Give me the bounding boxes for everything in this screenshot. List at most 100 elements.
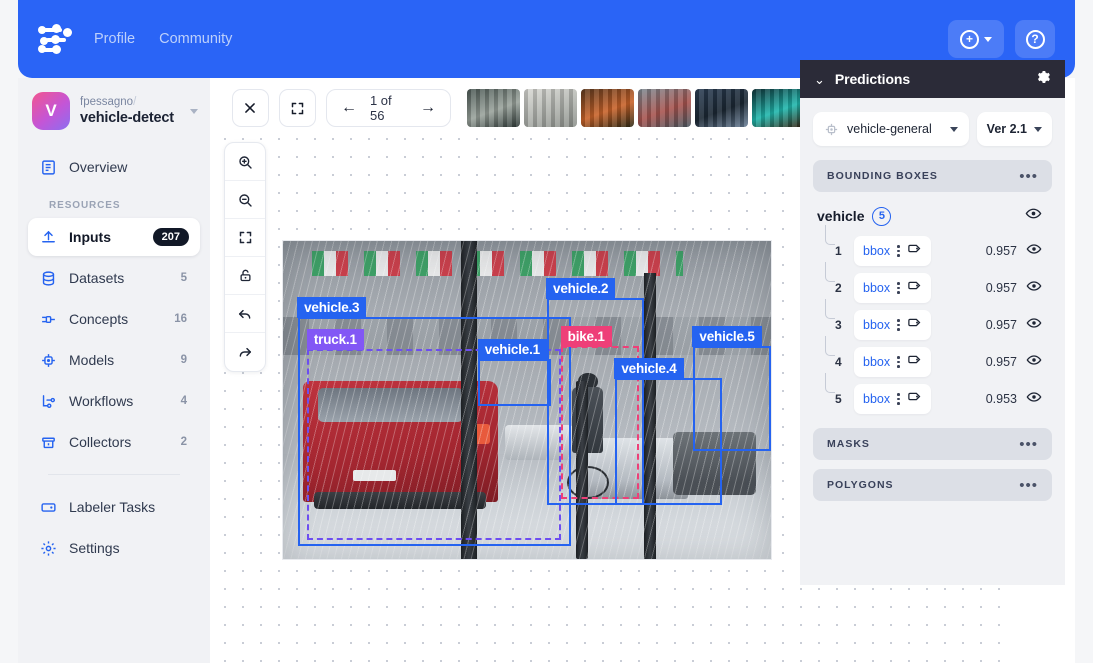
redo-icon[interactable]: [225, 333, 265, 371]
eye-icon[interactable]: [1026, 315, 1042, 336]
help-button[interactable]: ?: [1015, 20, 1055, 58]
thumb-3[interactable]: [580, 89, 634, 127]
sidebar-item-models[interactable]: Models 9: [28, 341, 200, 379]
sidebar-label: Concepts: [69, 311, 129, 327]
eye-icon[interactable]: [1026, 352, 1042, 373]
section-masks[interactable]: MASKS •••: [813, 428, 1052, 460]
more-icon[interactable]: •••: [1019, 478, 1038, 493]
kebab-menu-icon[interactable]: [897, 319, 900, 331]
chevron-down-icon[interactable]: [190, 108, 198, 114]
bbox-chip[interactable]: bbox: [854, 236, 931, 266]
pager[interactable]: ← 1 of 56 →: [325, 89, 451, 127]
gear-icon[interactable]: [1035, 69, 1051, 90]
tag-icon[interactable]: [907, 315, 922, 335]
sidebar-label: Models: [69, 352, 115, 368]
eye-icon[interactable]: [1026, 278, 1042, 299]
section-label: MASKS: [827, 438, 870, 450]
bbox-chip[interactable]: bbox: [854, 273, 931, 303]
bbox-row[interactable]: 5 bbox 0.953: [813, 373, 1052, 416]
annotated-image[interactable]: vehicle.3 truck.1 vehicle.2 bike.1 vehicle.1…: [282, 240, 772, 560]
sidebar-item-collectors[interactable]: Collectors 2: [28, 423, 200, 461]
bbox-vehicle-1[interactable]: vehicle.1: [477, 338, 552, 407]
undo-icon[interactable]: [225, 295, 265, 333]
lock-icon[interactable]: [225, 257, 265, 295]
tag-icon[interactable]: [907, 278, 922, 298]
kebab-menu-icon[interactable]: [897, 356, 900, 368]
model-selector[interactable]: vehicle-general: [813, 112, 969, 146]
bbox-row[interactable]: 3 bbox 0.957: [813, 299, 1052, 342]
bbox-chip[interactable]: bbox: [854, 384, 931, 414]
thumb-2[interactable]: [523, 89, 577, 127]
sidebar-item-workflows[interactable]: Workflows 4: [28, 382, 200, 420]
chevron-down-icon[interactable]: ⌄: [814, 73, 825, 86]
sidebar-item-datasets[interactable]: Datasets 5: [28, 259, 200, 297]
panel-title: Predictions: [834, 71, 911, 87]
bbox-link[interactable]: bbox: [863, 318, 890, 332]
bbox-label: vehicle.3: [297, 297, 367, 319]
sidebar-label: Settings: [69, 540, 120, 556]
sidebar-item-labeler-tasks[interactable]: Labeler Tasks: [28, 488, 200, 526]
bbox-row[interactable]: 1 bbox 0.957: [813, 225, 1052, 268]
collector-icon: [39, 433, 58, 452]
bbox-link[interactable]: bbox: [863, 244, 890, 258]
nav-community[interactable]: Community: [159, 31, 232, 47]
tag-icon[interactable]: [907, 352, 922, 372]
bbox-label: vehicle.1: [477, 338, 547, 360]
group-name: vehicle: [817, 208, 865, 224]
thumb-6[interactable]: [751, 89, 805, 127]
nav-profile[interactable]: Profile: [94, 31, 135, 47]
concept-group-vehicle[interactable]: vehicle 5: [813, 201, 1052, 231]
bbox-score: 0.957: [985, 281, 1017, 295]
thumb-5[interactable]: [694, 89, 748, 127]
zoom-out-icon[interactable]: [225, 181, 265, 219]
sidebar-item-inputs[interactable]: Inputs 207: [28, 218, 200, 256]
section-polygons[interactable]: POLYGONS •••: [813, 469, 1052, 501]
sidebar-label: Overview: [69, 159, 128, 175]
kebab-menu-icon[interactable]: [897, 282, 900, 294]
sidebar-item-settings[interactable]: Settings: [28, 529, 200, 567]
predictions-header[interactable]: ⌄ Predictions: [800, 60, 1065, 98]
clarifai-logo-icon[interactable]: [38, 24, 72, 54]
bbox-score: 0.953: [985, 392, 1017, 406]
owner-name: fpessagno: [80, 95, 134, 108]
chevron-down-icon: [949, 126, 958, 132]
bbox-vehicle-5[interactable]: vehicle.5: [692, 325, 771, 451]
thumb-4[interactable]: [637, 89, 691, 127]
project-selector[interactable]: V fpessagno/ vehicle-detect: [18, 78, 210, 146]
bbox-chip[interactable]: bbox: [854, 310, 931, 340]
eye-icon[interactable]: [1025, 205, 1042, 227]
zoom-in-icon[interactable]: [225, 143, 265, 181]
bbox-link[interactable]: bbox: [863, 281, 890, 295]
more-icon[interactable]: •••: [1019, 437, 1038, 452]
bbox-label: bike.1: [560, 325, 612, 347]
eye-icon[interactable]: [1026, 389, 1042, 410]
thumb-1[interactable]: [466, 89, 520, 127]
eye-icon[interactable]: [1026, 241, 1042, 262]
bbox-link[interactable]: bbox: [863, 355, 890, 369]
tag-icon[interactable]: [907, 389, 922, 409]
bbox-chip[interactable]: bbox: [854, 347, 931, 377]
bbox-row[interactable]: 4 bbox 0.957: [813, 336, 1052, 379]
close-button[interactable]: [232, 89, 269, 127]
sidebar-item-concepts[interactable]: Concepts 16: [28, 300, 200, 338]
add-button[interactable]: +: [948, 20, 1004, 58]
bbox-label: vehicle.2: [546, 278, 616, 300]
gear-icon: [39, 539, 58, 558]
sidebar-item-overview[interactable]: Overview: [28, 148, 200, 186]
bbox-row[interactable]: 2 bbox 0.957: [813, 262, 1052, 305]
bbox-link[interactable]: bbox: [863, 392, 890, 406]
prev-icon[interactable]: ←: [341, 100, 357, 116]
section-bounding-boxes[interactable]: BOUNDING BOXES •••: [813, 160, 1052, 192]
pager-text: 1 of 56: [369, 93, 392, 123]
fullscreen-button[interactable]: [278, 89, 316, 127]
kebab-menu-icon[interactable]: [897, 393, 900, 405]
fit-screen-icon[interactable]: [225, 219, 265, 257]
more-icon[interactable]: •••: [1019, 169, 1038, 184]
bbox-index: 1: [835, 244, 842, 258]
bbox-index: 5: [835, 392, 842, 406]
next-icon[interactable]: →: [420, 100, 436, 116]
version-selector[interactable]: Ver 2.1: [976, 112, 1052, 146]
tag-icon[interactable]: [907, 241, 922, 261]
kebab-menu-icon[interactable]: [897, 245, 900, 257]
bbox-list: 1 bbox 0.957 2 bbox 0.957 3 bbox 0.957 4 bbox 0.957…: [813, 225, 1052, 416]
